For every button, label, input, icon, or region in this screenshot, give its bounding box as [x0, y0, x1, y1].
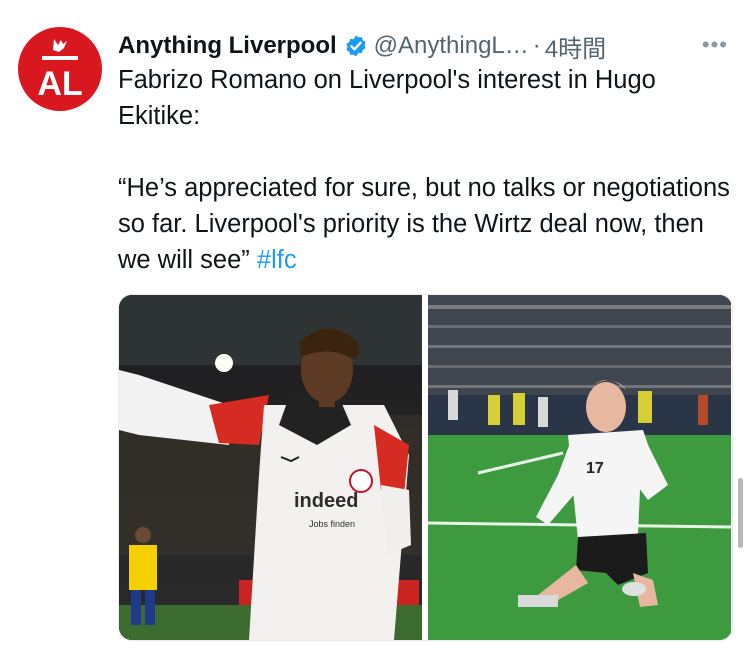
- hashtag-link[interactable]: #lfc: [257, 246, 297, 274]
- tweet-text-intro: Fabrizo Romano on Liverpool's interest i…: [118, 66, 656, 130]
- author-handle[interactable]: @AnythingL…: [374, 32, 529, 60]
- separator-dot: ·: [532, 32, 541, 59]
- avatar[interactable]: AL: [18, 27, 102, 111]
- tweet-text-quote: “He’s appreciated for sure, but no talks…: [118, 170, 738, 278]
- tweet-header: Anything Liverpool @AnythingL… · 4時間 •••: [118, 28, 738, 64]
- shirt-number-text: 17: [586, 460, 604, 477]
- tweet-quote: “He’s appreciated for sure, but no talks…: [118, 174, 730, 274]
- tweet-media-grid: indeed Jobs finden 17: [118, 294, 733, 641]
- shirt-sponsor-subtext: Jobs finden: [309, 519, 355, 529]
- tweet-timestamp[interactable]: 4時間: [545, 29, 606, 64]
- author-name[interactable]: Anything Liverpool: [118, 32, 337, 60]
- liverbird-logo-icon: AL: [37, 39, 83, 103]
- media-photo-right[interactable]: 17: [428, 295, 731, 640]
- more-options-icon[interactable]: •••: [702, 32, 728, 58]
- media-photo-left[interactable]: indeed Jobs finden: [119, 295, 422, 640]
- tweet-body: Fabrizo Romano on Liverpool's interest i…: [118, 62, 738, 278]
- avatar-logo-text: AL: [37, 65, 82, 103]
- shirt-sponsor-text: indeed: [294, 490, 358, 512]
- scrollbar-thumb[interactable]: [738, 478, 743, 548]
- verified-badge-icon: [346, 35, 366, 57]
